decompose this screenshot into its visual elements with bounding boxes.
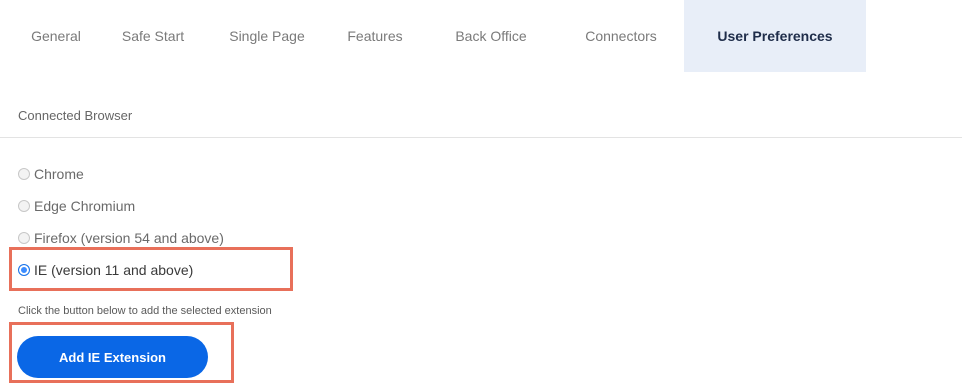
- radio-option-ie[interactable]: IE (version 11 and above): [18, 254, 224, 286]
- tab-bar: General Safe Start Single Page Features …: [0, 0, 962, 72]
- tab-back-office[interactable]: Back Office: [424, 0, 558, 72]
- radio-button[interactable]: [18, 200, 30, 212]
- section-label-connected-browser: Connected Browser: [18, 108, 133, 123]
- tab-features[interactable]: Features: [326, 0, 424, 72]
- radio-label: Chrome: [34, 166, 84, 182]
- browser-radio-group: Chrome Edge Chromium Firefox (version 54…: [18, 158, 224, 286]
- tab-safe-start[interactable]: Safe Start: [98, 0, 208, 72]
- tab-connectors[interactable]: Connectors: [558, 0, 684, 72]
- tab-single-page[interactable]: Single Page: [208, 0, 326, 72]
- radio-option-chrome[interactable]: Chrome: [18, 158, 224, 190]
- radio-label: Firefox (version 54 and above): [34, 230, 224, 246]
- tab-user-preferences[interactable]: User Preferences: [684, 0, 866, 72]
- radio-option-firefox[interactable]: Firefox (version 54 and above): [18, 222, 224, 254]
- radio-button-selected[interactable]: [18, 264, 30, 276]
- radio-option-edge-chromium[interactable]: Edge Chromium: [18, 190, 224, 222]
- tab-general[interactable]: General: [14, 0, 98, 72]
- add-ie-extension-button[interactable]: Add IE Extension: [17, 336, 208, 378]
- helper-text: Click the button below to add the select…: [18, 305, 272, 317]
- radio-label: IE (version 11 and above): [34, 262, 194, 278]
- section-divider: [0, 137, 962, 138]
- radio-label: Edge Chromium: [34, 198, 136, 214]
- radio-button[interactable]: [18, 232, 30, 244]
- radio-button[interactable]: [18, 168, 30, 180]
